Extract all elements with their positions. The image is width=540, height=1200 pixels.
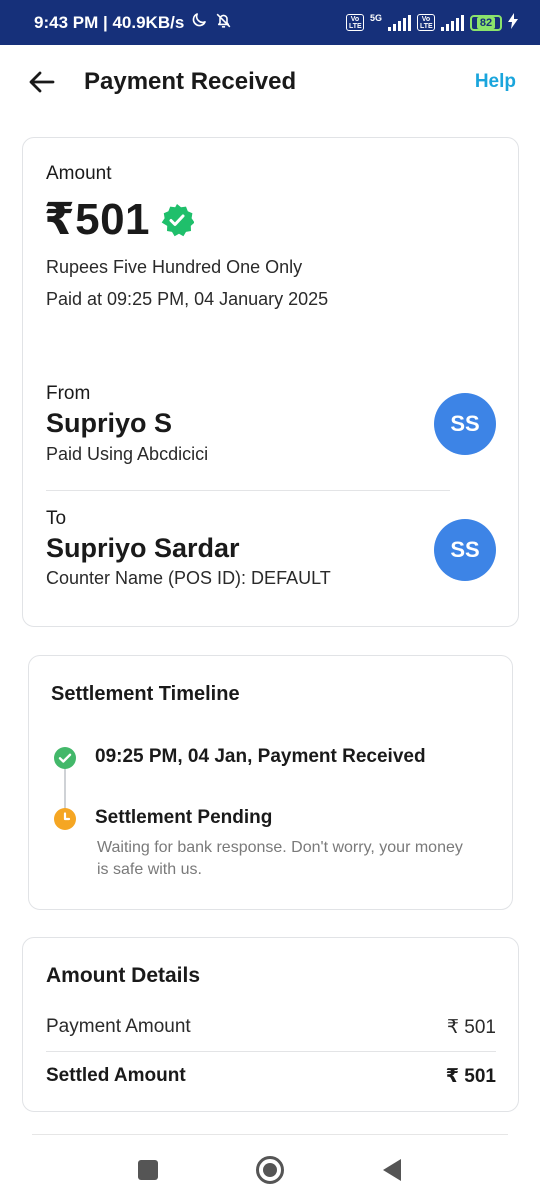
amount-details-card: Amount Details Payment Amount ₹ 501 Sett… [22, 937, 519, 1112]
signal-icon-2 [441, 14, 464, 31]
amount-value: ₹501 [44, 195, 151, 244]
details-divider [46, 1051, 496, 1052]
status-right: Vo LTE 5G Vo LTE 82 [345, 12, 518, 32]
timeline-event-received: 09:25 PM, 04 Jan, Payment Received [95, 746, 426, 767]
details-row-payment: Payment Amount ₹ 501 [46, 1016, 496, 1039]
details-row-value: ₹ 501 [445, 1066, 496, 1087]
details-title: Amount Details [46, 964, 201, 987]
to-name: Supriyo Sardar [46, 533, 240, 563]
arrow-left-icon[interactable] [28, 68, 56, 96]
recents-square-icon[interactable] [131, 1153, 165, 1187]
from-detail: Paid Using Abcdicici [46, 444, 209, 464]
amount-row: ₹501 [44, 194, 195, 245]
help-link[interactable]: Help [475, 71, 516, 93]
check-circle-icon [53, 746, 77, 770]
card-divider [46, 490, 450, 491]
timeline-pending-note: Waiting for bank response. Don't worry, … [97, 839, 463, 878]
amount-label: Amount [46, 163, 112, 184]
timeline-connector [64, 768, 66, 812]
volte-badge-2: Vo LTE [417, 14, 435, 31]
timeline-title: Settlement Timeline [51, 683, 240, 705]
volte-badge: Vo LTE [345, 14, 364, 31]
from-avatar: SS [434, 393, 496, 455]
to-detail: Counter Name (POS ID): DEFAULT [46, 568, 331, 588]
battery-icon: 82 [470, 14, 502, 31]
charging-icon [508, 13, 518, 32]
clock-icon [53, 807, 77, 831]
to-label: To [46, 508, 67, 529]
status-time-speed: 9:43 PM | 40.9KB/s [34, 12, 185, 32]
bell-off-icon [214, 11, 233, 35]
status-bar: 9:43 PM | 40.9KB/s Vo LTE 5G Vo LTE 82 [0, 0, 540, 45]
payment-card: Amount ₹501 Rupees Five Hundred One Only… [22, 137, 519, 627]
settlement-timeline-card: Settlement Timeline 09:25 PM, 04 Jan, Pa… [28, 655, 513, 910]
status-left: 9:43 PM | 40.9KB/s [34, 11, 233, 35]
moon-icon [190, 11, 208, 34]
details-row-label: Payment Amount [46, 1016, 191, 1037]
details-row-value: ₹ 501 [446, 1017, 496, 1038]
network-5g: 5G [369, 12, 382, 23]
details-row-label: Settled Amount [46, 1065, 186, 1086]
amount-in-words: Rupees Five Hundred One Only [46, 257, 303, 277]
verified-badge-icon [160, 203, 195, 237]
page-title: Payment Received [84, 68, 297, 95]
from-label: From [46, 383, 91, 404]
from-name: Supriyo S [46, 408, 173, 438]
system-nav-bar [0, 1140, 540, 1200]
timeline-event-pending: Settlement Pending [95, 807, 273, 828]
to-avatar: SS [434, 519, 496, 581]
details-row-settled: Settled Amount ₹ 501 [46, 1065, 496, 1088]
app-header: Payment Received Help [0, 45, 540, 119]
paid-at-timestamp: Paid at 09:25 PM, 04 January 2025 [46, 289, 329, 309]
bottom-separator [32, 1134, 508, 1135]
home-circle-icon[interactable] [253, 1153, 287, 1187]
signal-icon [388, 14, 411, 31]
back-triangle-icon[interactable] [375, 1153, 409, 1187]
